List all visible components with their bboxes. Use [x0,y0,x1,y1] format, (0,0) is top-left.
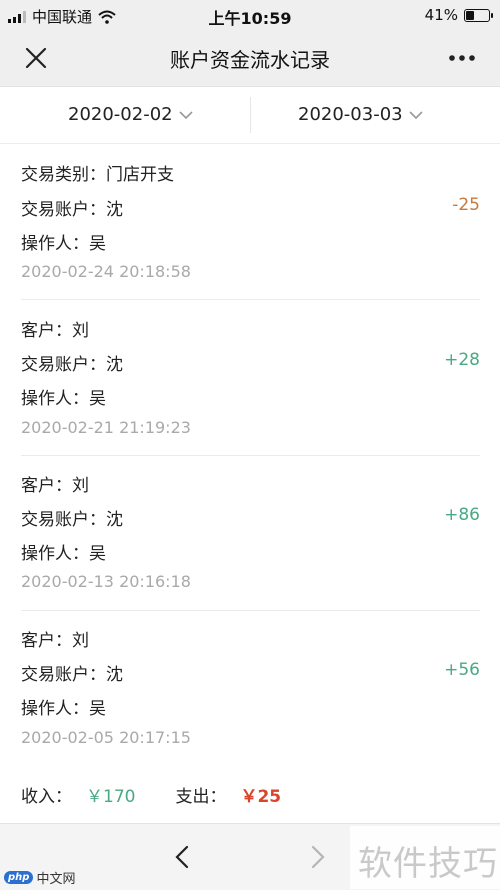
site-watermark-text: 软件技巧 [358,844,498,884]
chevron-down-icon [409,110,423,119]
record-account: 交易账户：沈 [21,510,123,530]
record-amount: +28 [444,350,480,370]
record-time: 2020-02-21 21:19:23 [21,418,191,437]
more-icon[interactable] [446,44,478,72]
forward-arrow-icon[interactable] [308,844,328,870]
status-bar: 中国联通 上午10:59 41% [0,0,500,30]
record-operator: 操作人：吴 [21,544,106,564]
record-time: 2020-02-24 20:18:58 [21,262,191,281]
nav-bar: 账户资金流水记录 [0,30,500,87]
record-operator: 操作人：吴 [21,234,106,254]
record-amount: -25 [452,195,480,215]
record-divider [21,455,480,456]
record-operator: 操作人：吴 [21,389,106,409]
income-value: ￥170 [86,787,136,807]
record-amount: +56 [444,660,480,680]
record-operator: 操作人：吴 [21,699,106,719]
record-line-1: 交易类别：门店开支 [21,165,174,185]
page-title: 账户资金流水记录 [170,48,330,72]
php-badge: php [4,871,34,884]
totals-summary: 收入： ￥170 支出： ￥25 [21,782,281,807]
record-line-1: 客户：刘 [21,476,89,496]
php-watermark: php 中文网 [4,868,75,887]
battery-percent: 41% [424,6,458,24]
php-watermark-text: 中文网 [36,872,76,887]
record-amount: +86 [444,505,480,525]
record-time: 2020-02-05 20:17:15 [21,728,191,747]
battery-fill [466,10,475,20]
battery-icon [464,8,493,22]
record-line-1: 客户：刘 [21,321,89,341]
back-arrow-icon[interactable] [172,844,192,870]
expense-label: 支出： [175,787,227,807]
record-divider [21,299,480,300]
chevron-down-icon [179,110,193,119]
start-date-picker[interactable]: 2020-02-02 [68,104,193,125]
date-filter-row: 2020-02-02 2020-03-03 [0,87,500,144]
record-time: 2020-02-13 20:16:18 [21,572,191,591]
date-divider [250,97,251,133]
record-divider [21,610,480,611]
status-right: 41% [424,6,493,24]
record-line-1: 客户：刘 [21,631,89,651]
record-account: 交易账户：沈 [21,665,123,685]
record-account: 交易账户：沈 [21,200,123,220]
site-watermark: 软件技巧 [350,826,500,889]
end-date-picker[interactable]: 2020-03-03 [298,104,423,125]
expense-value: ￥25 [240,787,282,807]
start-date-value: 2020-02-02 [68,104,173,125]
record-account: 交易账户：沈 [21,355,123,375]
end-date-value: 2020-03-03 [298,104,403,125]
income-label: 收入： [21,787,72,807]
